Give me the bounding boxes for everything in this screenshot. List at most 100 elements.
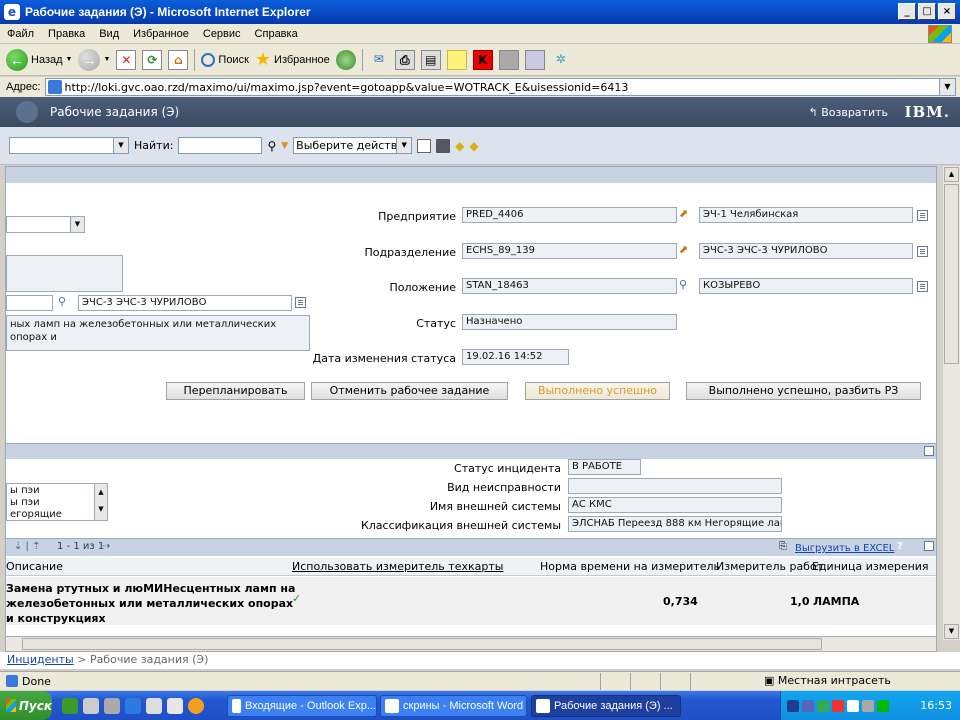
messenger-icon[interactable]: ✲ [551, 50, 571, 70]
detail-menu-icon[interactable] [917, 246, 928, 257]
use-meter-checkbox[interactable]: ✓ [292, 592, 301, 605]
tray-icon[interactable] [862, 699, 874, 712]
next-icon[interactable]: ◆ [469, 139, 478, 153]
cancel-work-order-button[interactable]: Отменить рабочее задание [311, 382, 508, 400]
stop-icon[interactable]: ✕ [116, 49, 137, 70]
menu-tools[interactable]: Сервис [196, 28, 248, 40]
completed-button[interactable]: Выполнено успешно [525, 382, 670, 400]
refresh-icon[interactable]: ⟳ [142, 49, 163, 70]
query-select[interactable]: ▼ [9, 137, 129, 154]
menu-view[interactable]: Вид [92, 28, 126, 40]
task-word[interactable]: скрины - Microsoft Word [380, 695, 527, 717]
completed-split-button[interactable]: Выполнено успешно, разбить РЗ [686, 382, 921, 400]
start-button[interactable]: Пуск [0, 691, 52, 720]
scroll-down-icon[interactable]: ▼ [944, 624, 959, 639]
tree-icon[interactable] [62, 697, 78, 714]
magnifier-icon[interactable]: ⚲ [679, 278, 687, 291]
breadcrumb-incidents-link[interactable]: Инциденты [7, 653, 74, 666]
forward-button[interactable]: → ▼ [78, 48, 110, 71]
find-input[interactable] [178, 137, 263, 154]
app-icon[interactable] [104, 697, 120, 714]
scroll-thumb[interactable] [944, 184, 959, 364]
col-description[interactable]: Описание [6, 560, 63, 573]
new-record-icon[interactable] [417, 138, 432, 153]
replan-button[interactable]: Перепланировать [166, 382, 305, 400]
scroll-up-icon[interactable]: ▲ [944, 167, 959, 182]
tool-icon[interactable] [498, 49, 519, 70]
system-tray: 16:53 [780, 691, 960, 720]
list-item[interactable]: егорящие [10, 509, 107, 520]
media-icon[interactable] [335, 49, 356, 70]
detail-menu-icon[interactable] [917, 281, 928, 292]
left-select[interactable]: ▼ [6, 216, 85, 233]
print-icon[interactable]: ⎙ [394, 49, 415, 70]
app-icon[interactable] [83, 697, 99, 714]
list-item[interactable]: ы пэи [10, 497, 107, 509]
location-code[interactable]: STAN_18463 [462, 278, 677, 294]
minimize-button[interactable]: _ [898, 3, 916, 20]
back-button[interactable]: ← Назад ▼ [6, 48, 72, 71]
collapse-icon[interactable] [924, 446, 934, 456]
help-icon[interactable]: ? [897, 541, 903, 552]
mail-icon[interactable]: ✉ [369, 50, 389, 70]
address-input[interactable]: http://loki.gvc.oao.rzd/maximo/ui/maximo… [44, 78, 956, 96]
detail-menu-icon[interactable] [295, 297, 306, 308]
media-player-icon[interactable] [188, 697, 204, 714]
task-outlook[interactable]: Входящие - Outlook Exp... [227, 695, 377, 717]
export-excel-link[interactable]: Выгрузить в EXCEL [795, 543, 894, 554]
table-row[interactable]: Замена ртутных и люМИНесцентных ламп на … [6, 577, 936, 625]
menu-edit[interactable]: Правка [41, 28, 92, 40]
task-ie[interactable]: Рабочие задания (Э) ... [531, 695, 681, 717]
menu-file[interactable]: Файл [0, 28, 41, 40]
collapse-icon[interactable] [924, 541, 934, 551]
col-meter[interactable]: Измеритель работ [716, 560, 823, 573]
ie-icon[interactable] [125, 697, 141, 714]
address-dropdown-icon[interactable]: ▼ [939, 79, 955, 95]
lookup-arrow-icon[interactable]: ⬈ [679, 243, 688, 256]
lookup-arrow-icon[interactable]: ⬈ [679, 207, 688, 220]
search-button[interactable]: Поиск [201, 52, 249, 67]
enterprise-code[interactable]: PRED_4406 [462, 207, 677, 223]
action-select[interactable]: Выберите действие ▼ [293, 137, 413, 154]
col-use-meter[interactable]: Использовать измеритель техкарты [292, 560, 503, 573]
return-link[interactable]: ↰ Возвратить [809, 106, 889, 119]
research-icon[interactable] [524, 49, 545, 70]
maximize-button[interactable]: □ [918, 3, 936, 20]
edit-icon[interactable]: ▤ [420, 49, 441, 70]
tray-icon[interactable] [847, 699, 859, 712]
col-unit[interactable]: Единица измерения [812, 560, 929, 573]
col-norm[interactable]: Норма времени на измеритель [540, 560, 720, 573]
pager-next-icon[interactable]: ⇢ [102, 541, 110, 552]
favorites-button[interactable]: ★ Избранное [255, 49, 330, 70]
outlook-icon[interactable] [146, 697, 162, 714]
note-icon[interactable] [446, 49, 467, 70]
tray-icon[interactable] [787, 699, 799, 712]
home-icon[interactable]: ⌂ [168, 49, 189, 70]
app-icon[interactable] [167, 697, 183, 714]
incident-list[interactable]: ы пэи ы пэи егорящие ▲ ▼ [6, 483, 108, 521]
menu-help[interactable]: Справка [248, 28, 305, 40]
magnifier-icon[interactable]: ⚲ [58, 295, 66, 308]
tray-icon[interactable] [832, 699, 844, 712]
scroll-thumb[interactable] [22, 638, 822, 650]
pager-arrows-icon[interactable]: ⇣ | ⇡ [14, 541, 40, 552]
menu-favorites[interactable]: Избранное [126, 28, 196, 40]
detail-menu-icon[interactable] [917, 210, 928, 221]
vertical-scrollbar[interactable]: ▲ ▼ [942, 166, 960, 640]
left-lookup-code[interactable] [6, 295, 53, 311]
division-code[interactable]: ECHS_89_139 [462, 243, 677, 259]
save-icon[interactable] [436, 138, 451, 153]
chevron-down-icon: ▼ [396, 138, 412, 153]
close-button[interactable]: × [938, 3, 956, 20]
binoculars-icon[interactable]: ⚲ [267, 139, 276, 153]
previous-icon[interactable]: ◆ [455, 139, 464, 153]
tray-icon[interactable] [802, 699, 814, 712]
download-icon[interactable]: ⎘ [779, 541, 787, 552]
horizontal-scrollbar[interactable] [5, 636, 937, 652]
kaspersky-icon[interactable]: K [472, 49, 493, 70]
list-item[interactable]: ы пэи [10, 485, 107, 497]
tray-icon[interactable] [817, 699, 829, 712]
tray-icon[interactable] [877, 699, 889, 712]
left-lookup-desc[interactable]: ЭЧС-3 ЭЧС-3 ЧУРИЛОВО [78, 295, 292, 311]
incident-status-value: В РАБОТЕ [568, 459, 641, 475]
